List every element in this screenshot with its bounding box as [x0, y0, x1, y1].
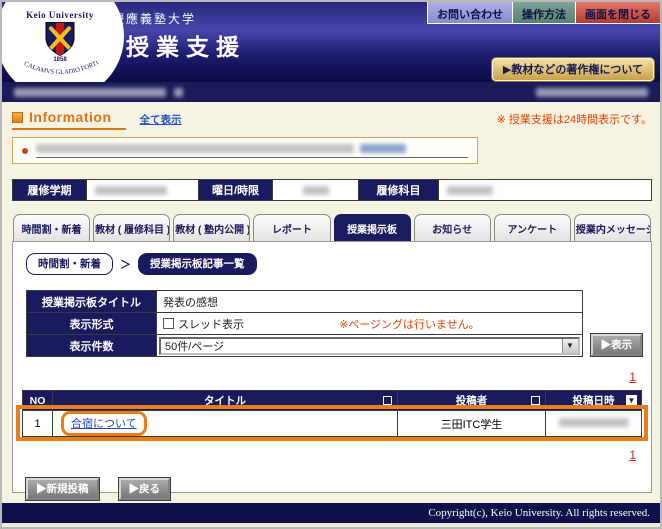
footer: Copyright(c), Keio University. All right…: [2, 503, 660, 523]
page-number-link[interactable]: 1: [629, 370, 636, 384]
page-size-select[interactable]: 50件/ページ ▼: [159, 337, 580, 355]
term-value: [87, 180, 199, 200]
header-button-group: お問い合わせ 操作方法 画面を閉じる: [427, 2, 660, 24]
close-screen-button[interactable]: 画面を閉じる: [575, 2, 660, 24]
logo-university-name: Keio University: [2, 10, 124, 20]
university-name-ja: 慶應義塾大学: [112, 10, 196, 27]
tab-materials-courses[interactable]: 教材 ( 履修科目 ): [93, 214, 170, 241]
post-author: 三田ITC学生: [398, 411, 546, 437]
term-label: 履修学期: [13, 180, 87, 200]
copyright-text: Copyright(c), Keio University. All right…: [428, 507, 650, 519]
column-checkbox-icon[interactable]: [531, 396, 540, 405]
col-header-author[interactable]: 投稿者: [398, 391, 546, 411]
navigation-tabs: 時間割・新着 教材 ( 履修科目 ) 教材 ( 塾内公開 ) レポート 授業掲示…: [12, 214, 652, 241]
contact-button[interactable]: お問い合わせ: [427, 2, 512, 24]
day-period-value: [273, 180, 359, 200]
highlight-annotation-title-link: 合宿について: [61, 411, 147, 436]
back-button[interactable]: ▶戻る: [119, 478, 171, 500]
post-title-link[interactable]: 合宿について: [71, 418, 137, 430]
app-title: 授業支援: [126, 28, 246, 62]
redacted-username: [14, 88, 166, 97]
display-format-label: 表示形式: [27, 313, 157, 335]
show-all-link[interactable]: 全て表示: [140, 112, 182, 127]
show-button[interactable]: ▶表示: [591, 334, 643, 356]
svg-text:CALAMVS GLADIO FORTIOR: CALAMVS GLADIO FORTIOR: [10, 61, 100, 76]
board-posts-table: NO タイトル 投稿者 投稿日時 ▼: [22, 390, 642, 437]
application-window: Keio University 1858 CALAMVS GLADIO FORT…: [0, 0, 662, 529]
keio-shield-icon: [43, 21, 77, 57]
main-content: Information 全て表示 ※ 授業支援は24時間表示です。 履修学期 曜…: [2, 102, 660, 503]
howto-button[interactable]: 操作方法: [512, 2, 575, 24]
board-table-wrap: NO タイトル 投稿者 投稿日時 ▼: [22, 390, 642, 437]
redacted-user-badge: [174, 88, 183, 97]
no-paging-note: ※ページングは行いません。: [339, 316, 480, 332]
breadcrumb-separator-icon: ＞: [120, 256, 131, 272]
keio-logo: Keio University 1858 CALAMVS GLADIO FORT…: [2, 2, 124, 82]
thread-view-checkbox[interactable]: [163, 318, 174, 329]
breadcrumb: 時間割・新着 ＞ 授業掲示板記事一覧: [22, 253, 642, 275]
chevron-down-icon[interactable]: ▼: [562, 339, 578, 353]
pagination-top: 1: [22, 357, 642, 388]
subject-label: 履修科目: [359, 180, 439, 200]
information-heading: Information: [12, 109, 126, 130]
new-post-button[interactable]: ▶新規投稿: [26, 478, 99, 500]
board-title-label: 授業掲示板タイトル: [27, 291, 157, 313]
sort-desc-icon[interactable]: ▼: [626, 395, 637, 406]
information-icon: [12, 112, 23, 123]
row-number: 1: [23, 411, 53, 437]
post-date-redacted: [546, 411, 642, 437]
tab-class-messages[interactable]: 授業内メッセージ: [574, 214, 651, 241]
course-filter-bar: 履修学期 曜日/時限 履修科目: [12, 179, 652, 201]
tab-timetable[interactable]: 時間割・新着: [13, 214, 90, 241]
logo-motto: CALAMVS GLADIO FORTIOR: [10, 61, 110, 81]
tab-survey[interactable]: アンケート: [494, 214, 571, 241]
tab-content-panel: 時間割・新着 ＞ 授業掲示板記事一覧 授業掲示板タイトル 発表の感想 表示形式: [12, 241, 652, 493]
thread-view-label: スレッド表示: [178, 316, 244, 332]
page-size-label: 表示件数: [27, 335, 157, 357]
tab-materials-public[interactable]: 教材 ( 塾内公開 ): [173, 214, 250, 241]
redacted-datetime: [536, 88, 648, 97]
redacted-notice-text: [36, 144, 468, 158]
bullet-icon: [22, 148, 28, 154]
page-number-link[interactable]: 1: [629, 448, 636, 462]
col-header-title[interactable]: タイトル: [53, 391, 398, 411]
tab-class-board[interactable]: 授業掲示板: [334, 214, 411, 241]
breadcrumb-parent[interactable]: 時間割・新着: [26, 253, 113, 275]
tab-reports[interactable]: レポート: [253, 214, 330, 241]
materials-copyright-button[interactable]: ▶教材などの著作権について: [492, 58, 654, 81]
subject-value: [439, 180, 651, 200]
header: Keio University 1858 CALAMVS GLADIO FORT…: [2, 2, 660, 82]
col-header-date[interactable]: 投稿日時 ▼: [546, 391, 642, 411]
user-info-bar: [2, 82, 660, 102]
column-checkbox-icon[interactable]: [383, 396, 392, 405]
information-notice-box[interactable]: [12, 137, 478, 164]
table-row: 1 合宿について 三田ITC学生: [23, 411, 642, 437]
col-header-no[interactable]: NO: [23, 391, 53, 411]
breadcrumb-current: 授業掲示板記事一覧: [138, 253, 257, 275]
board-title-value: 発表の感想: [157, 291, 583, 313]
filter-form: 授業掲示板タイトル 発表の感想 表示形式 スレッド表示 ※ページングは行いません…: [22, 290, 642, 357]
day-period-label: 曜日/時限: [199, 180, 273, 200]
action-buttons: ▶新規投稿 ▶戻る: [22, 478, 642, 500]
service-hours-note: ※ 授業支援は24時間表示です。: [497, 109, 652, 127]
tab-news[interactable]: お知らせ: [414, 214, 491, 241]
pagination-bottom: 1: [22, 437, 642, 466]
redacted-notice-link: [360, 144, 406, 153]
